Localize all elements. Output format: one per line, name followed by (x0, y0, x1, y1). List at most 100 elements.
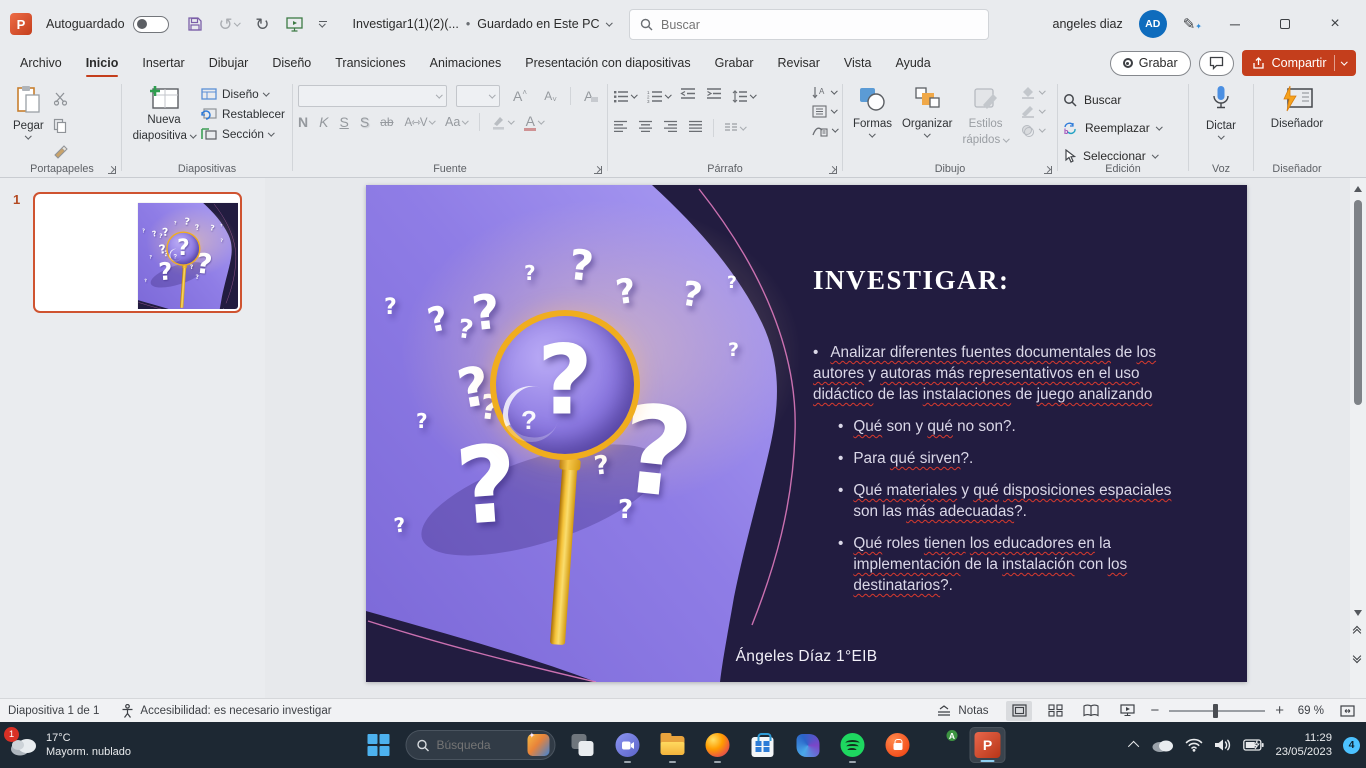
slide-sorter-view-button[interactable] (1042, 701, 1068, 721)
notes-toggle[interactable]: Notas (936, 705, 988, 717)
text-shadow-button[interactable]: S (360, 114, 369, 130)
tab-grabar[interactable]: Grabar (703, 51, 766, 75)
tab-vista[interactable]: Vista (832, 51, 884, 75)
slideshow-icon[interactable] (286, 17, 303, 32)
customize-toolbar-icon[interactable] (319, 21, 327, 28)
avatar[interactable]: AD (1139, 10, 1167, 38)
align-left-button[interactable] (613, 119, 628, 137)
font-size-combo[interactable] (456, 85, 500, 107)
dibujo-dialog-launcher[interactable] (1044, 166, 1052, 174)
slide-canvas[interactable]: ??????????????????? ? ? INVESTIGAR: •Ana… (138, 203, 238, 309)
underline-button[interactable]: S (339, 114, 348, 130)
shape-effects-button[interactable] (1020, 124, 1045, 137)
search-highlight-image[interactable] (528, 734, 550, 756)
slide-footer[interactable]: Ángeles Díaz 1°EIB (366, 648, 1247, 666)
autosave-control[interactable]: Autoguardado (46, 16, 169, 33)
tab-revisar[interactable]: Revisar (766, 51, 832, 75)
cut-icon[interactable] (49, 87, 72, 109)
align-center-button[interactable] (638, 119, 653, 137)
layout-button[interactable]: Diseño (201, 87, 285, 101)
tab-animaciones[interactable]: Animaciones (418, 51, 514, 75)
quick-styles-button[interactable]: Estilos rápidos (957, 83, 1013, 161)
scroll-down-icon[interactable] (1354, 610, 1362, 616)
slide-text-block[interactable]: INVESTIGAR: •Analizar diferentes fuentes… (813, 265, 1183, 596)
search-input[interactable] (661, 18, 911, 32)
scrollbar-thumb[interactable] (1354, 200, 1362, 405)
save-location[interactable]: Guardado en Este PC (477, 17, 599, 31)
start-button[interactable] (361, 727, 397, 763)
arrange-button[interactable]: Organizar (897, 83, 958, 161)
dictate-button[interactable]: Dictar (1201, 83, 1241, 161)
microsoft-store-button[interactable] (745, 727, 781, 763)
save-icon[interactable] (187, 16, 203, 32)
maximize-button[interactable] (1268, 16, 1302, 32)
numbered-list-button[interactable]: 123 (647, 90, 671, 103)
minimize-button[interactable]: ─ (1218, 16, 1252, 32)
next-slide-button[interactable] (1354, 656, 1361, 663)
bold-button[interactable]: N (298, 114, 308, 130)
new-slide-button[interactable]: Nueva diapositiva (127, 83, 201, 161)
clock[interactable]: 11:29 23/05/2023 (1275, 731, 1332, 759)
firefox-button[interactable] (700, 727, 736, 763)
redo-icon[interactable]: ↻ (255, 16, 269, 33)
zoom-level[interactable]: 69 % (1294, 705, 1324, 717)
slide-thumbnail-panel[interactable]: 1 ??????????????????? ? ? (0, 178, 265, 698)
grow-font-button[interactable]: A˄ (509, 85, 531, 107)
wifi-icon[interactable] (1185, 738, 1203, 752)
share-button[interactable]: Compartir (1242, 50, 1356, 76)
columns-button[interactable] (724, 122, 746, 134)
onedrive-icon[interactable] (1150, 737, 1174, 753)
powerpoint-taskbar-button[interactable]: P (970, 727, 1006, 763)
section-button[interactable]: Sección (201, 127, 285, 141)
align-text-button[interactable] (812, 105, 838, 118)
tab-archivo[interactable]: Archivo (8, 51, 74, 75)
zoom-in-button[interactable]: + (1275, 703, 1284, 718)
bullet-list-button[interactable] (613, 90, 637, 103)
autosave-toggle[interactable] (133, 16, 169, 33)
tab-dise-o[interactable]: Diseño (260, 51, 323, 75)
clear-formatting-button[interactable]: A (580, 85, 602, 107)
undo-icon[interactable]: ↺ (219, 16, 240, 33)
reading-view-button[interactable] (1078, 701, 1104, 721)
zoom-out-button[interactable]: − (1150, 703, 1159, 718)
text-highlight-button[interactable] (491, 115, 514, 130)
spotify-button[interactable] (835, 727, 871, 763)
tab-presentaci-n-con-diapositivas[interactable]: Presentación con diapositivas (513, 51, 702, 75)
chrome-button[interactable]: A (925, 727, 961, 763)
normal-view-button[interactable] (1006, 701, 1032, 721)
copy-icon[interactable] (49, 114, 72, 136)
font-color-button[interactable]: A (524, 114, 544, 131)
replace-button[interactable]: bReemplazar (1063, 116, 1183, 140)
tab-insertar[interactable]: Insertar (130, 51, 196, 75)
slide-bullets[interactable]: •Analizar diferentes fuentes documentale… (813, 342, 1183, 596)
strikethrough-button[interactable]: ab (380, 115, 393, 129)
slide-thumbnail[interactable]: ??????????????????? ? ? INVESTIGAR: •Ana… (33, 192, 242, 313)
increase-indent-button[interactable] (706, 87, 722, 105)
taskbar-search[interactable] (406, 730, 556, 760)
pen-icon[interactable]: ✎✦ (1183, 15, 1202, 33)
comments-button[interactable] (1199, 51, 1234, 76)
close-button[interactable]: × (1318, 15, 1352, 33)
fit-to-window-button[interactable] (1334, 701, 1360, 721)
file-explorer-button[interactable] (655, 727, 691, 763)
fuente-dialog-launcher[interactable] (594, 166, 602, 174)
volume-icon[interactable] (1214, 738, 1232, 752)
task-view-button[interactable] (565, 727, 601, 763)
character-spacing-button[interactable]: A⇿V (405, 115, 434, 129)
accessibility-status[interactable]: Accesibilidad: es necesario investigar (121, 704, 331, 718)
tab-inicio[interactable]: Inicio (74, 51, 131, 75)
convert-smartart-button[interactable] (812, 124, 838, 137)
font-name-combo[interactable] (298, 85, 447, 107)
italic-button[interactable]: K (319, 114, 328, 130)
taskbar-search-input[interactable] (437, 738, 513, 752)
justify-button[interactable] (688, 119, 703, 137)
tab-dibujar[interactable]: Dibujar (197, 51, 261, 75)
shapes-button[interactable]: Formas (848, 83, 897, 161)
designer-button[interactable]: Diseñador (1266, 83, 1328, 161)
paste-button[interactable]: Pegar (8, 83, 49, 163)
portapapeles-dialog-launcher[interactable] (108, 166, 116, 174)
slideshow-view-button[interactable] (1114, 701, 1140, 721)
line-spacing-button[interactable] (732, 90, 756, 103)
titlebar-search[interactable] (629, 9, 989, 40)
format-painter-icon[interactable] (49, 141, 72, 163)
